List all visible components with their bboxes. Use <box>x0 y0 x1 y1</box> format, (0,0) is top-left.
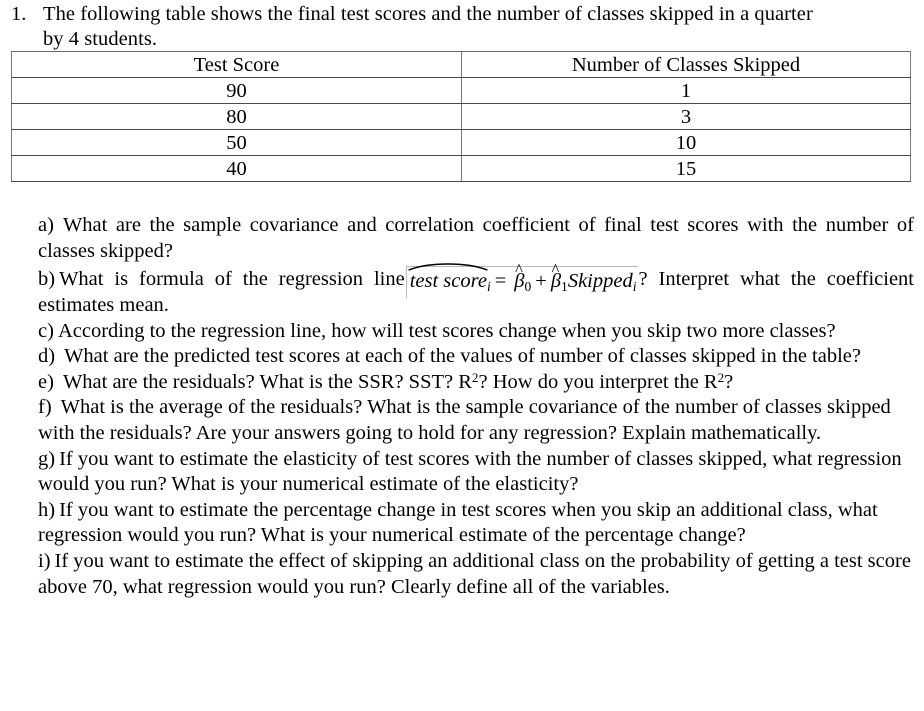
part-a-text: What are the sample covariance and corre… <box>38 214 914 262</box>
part-e-label: e) <box>38 370 54 393</box>
question-parts-list: a) What are the sample covariance and cor… <box>38 213 914 600</box>
beta-1-subscript: 1 <box>561 278 568 294</box>
question-part-c: c) According to the regression line, how … <box>38 319 914 345</box>
part-g-text: If you want to estimate the elasticity o… <box>38 447 902 496</box>
part-c-text: According to the regression line, how wi… <box>57 319 836 342</box>
table-row: 80 3 <box>11 103 911 130</box>
circumflex-icon: ^ <box>515 260 523 279</box>
equation-plus-sign: + <box>535 270 547 293</box>
table-header-row: Test Score Number of Classes Skipped <box>11 51 911 78</box>
table-row: 50 10 <box>11 129 911 156</box>
equation-regressor-text: Skipped <box>567 270 633 293</box>
part-i-text: If you want to estimate the effect of sk… <box>38 549 911 598</box>
table-cell-test-score: 90 <box>11 77 462 104</box>
part-h-text: If you want to estimate the percentage c… <box>38 498 878 547</box>
question-part-h: h) If you want to estimate the percentage… <box>38 498 914 549</box>
table-cell-test-score: 50 <box>11 129 462 156</box>
table-cell-test-score: 40 <box>11 155 462 182</box>
part-e-text-segment-3: ? <box>724 370 734 393</box>
table-cell-classes-skipped: 3 <box>461 103 911 130</box>
question-part-a: a) What are the sample covariance and cor… <box>38 213 914 264</box>
equation-equals-sign: = <box>494 270 507 293</box>
question-part-i: i) If you want to estimate the effect of … <box>38 549 914 600</box>
beta-1-estimate: ^ β <box>551 261 561 292</box>
part-b-label: b) <box>38 268 56 291</box>
question-part-b: b) What is formula of the regression line… <box>38 261 914 318</box>
equation-lhs-text: test score <box>409 270 487 293</box>
part-g-label: g) <box>38 447 56 470</box>
question-stem: 1. The following table shows the final t… <box>0 2 924 52</box>
table-row: 40 15 <box>11 155 911 182</box>
part-f-label: f) <box>38 396 52 419</box>
question-part-g: g) If you want to estimate the elasticity… <box>38 447 914 498</box>
regression-equation-object: test scorei = ^ β0 + ^ β1Skippedi <box>405 261 639 298</box>
table-cell-classes-skipped: 10 <box>461 129 911 156</box>
question-part-d: d) What are the predicted test scores at … <box>38 344 914 370</box>
table-cell-classes-skipped: 15 <box>461 155 911 182</box>
table-cell-test-score: 80 <box>11 103 462 130</box>
question-part-e: e) What are the residuals? What is the SS… <box>38 370 914 396</box>
part-c-label: c) <box>38 319 54 342</box>
question-stem-text: The following table shows the final test… <box>43 2 924 52</box>
table-header-classes-skipped: Number of Classes Skipped <box>461 51 911 78</box>
equation-lhs-with-hat: test score <box>408 263 488 293</box>
question-part-f: f) What is the average of the residuals? … <box>38 395 914 446</box>
table-row: 90 1 <box>11 77 911 104</box>
part-e-text-segment-2: ? How do you interpret the R <box>478 370 718 393</box>
part-i-label: i) <box>38 549 51 572</box>
part-d-text: What are the predicted test scores at ea… <box>64 345 861 368</box>
part-e-text-segment-1: What are the residuals? What is the SSR?… <box>62 370 472 393</box>
part-b-text-before: What is formula of the regression line <box>59 268 405 291</box>
scores-table: Test Score Number of Classes Skipped 90 … <box>11 51 911 182</box>
question-stem-line-1: The following table shows the final test… <box>43 3 813 25</box>
circumflex-icon: ^ <box>551 260 560 279</box>
part-d-label: d) <box>38 345 56 368</box>
equation-regressor-subscript: i <box>632 278 637 294</box>
part-a-label: a) <box>38 214 54 236</box>
part-h-label: h) <box>38 498 56 521</box>
table-cell-classes-skipped: 1 <box>461 77 911 104</box>
part-f-text: What is the average of the residuals? Wh… <box>38 396 891 444</box>
beta-0-estimate: ^ β <box>514 261 524 292</box>
question-stem-line-2: by 4 students. <box>43 28 158 50</box>
question-number: 1. <box>11 3 27 25</box>
table-header-test-score: Test Score <box>11 51 462 78</box>
